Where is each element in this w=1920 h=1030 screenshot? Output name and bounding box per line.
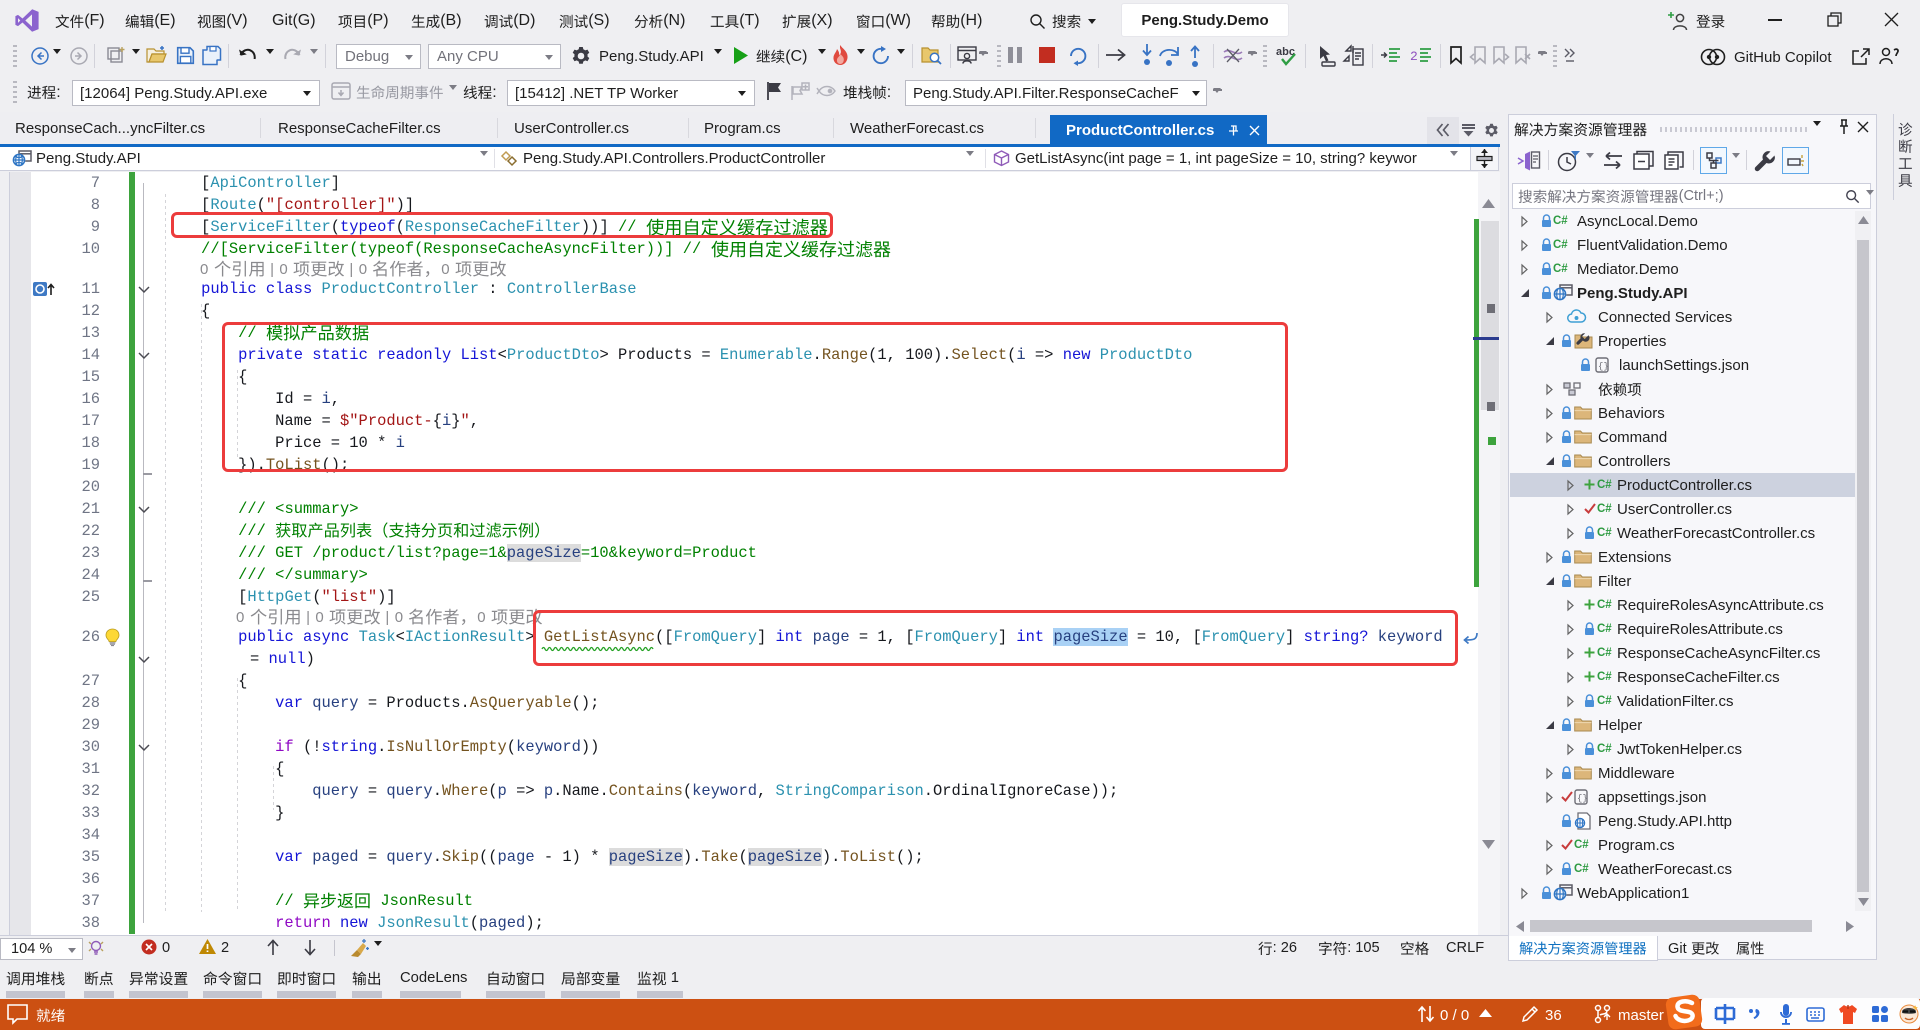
svg-text:{}: {} [1577,794,1588,804]
svg-text:{}: {} [1598,362,1609,372]
svg-text:2: 2 [1410,49,1418,64]
